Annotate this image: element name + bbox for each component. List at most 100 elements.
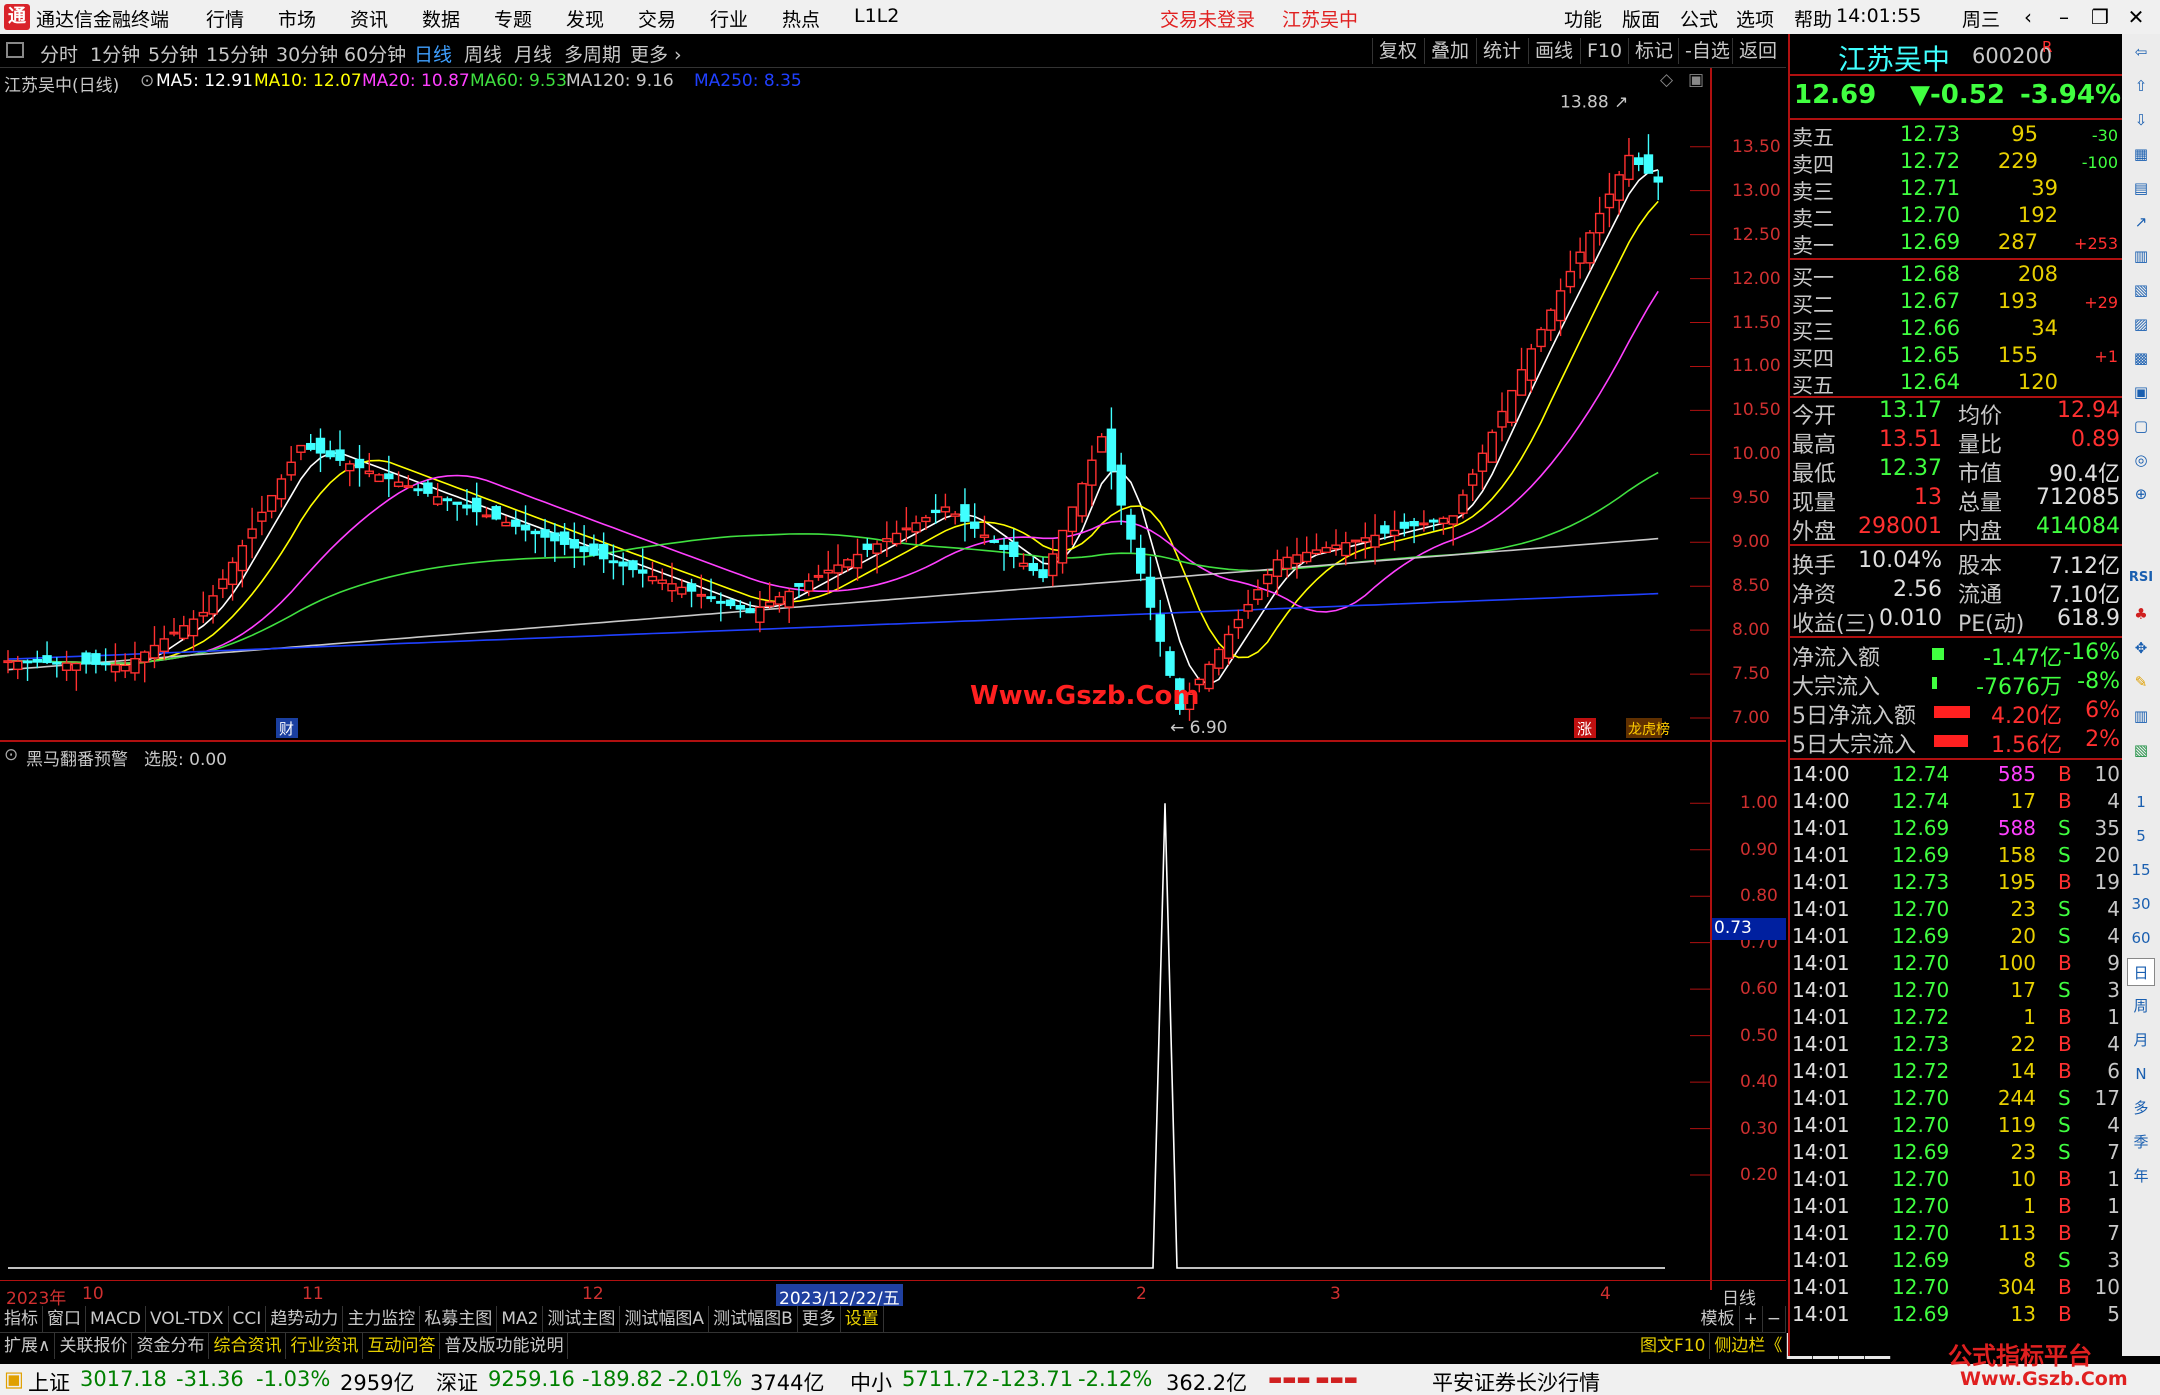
orderbook-row[interactable]: 卖二 12.70 192	[1790, 203, 2124, 231]
info-tab-1[interactable]: 关联报价	[55, 1333, 133, 1359]
indicator-toggle-icon[interactable]: ⊙	[4, 745, 18, 765]
side-tool-icon-3[interactable]: ▦	[2127, 140, 2155, 168]
menu-2[interactable]: 资讯	[350, 5, 388, 32]
side-tool-icon-13[interactable]: ⊕	[2127, 480, 2155, 508]
menu-5[interactable]: 发现	[566, 5, 604, 32]
side-tool-icon-8[interactable]: ▨	[2127, 310, 2155, 338]
signal-icon[interactable]: ▬▬▬ ▬▬▬	[1268, 1370, 1358, 1388]
back-arrow-icon[interactable]: ‹	[2010, 2, 2046, 32]
info-tab-6[interactable]: 普及版功能说明	[440, 1333, 569, 1359]
indicator-tab-0[interactable]: 指标	[0, 1306, 43, 1332]
indicator-tab-8[interactable]: MA2	[497, 1306, 544, 1332]
period-3[interactable]: 15分钟	[206, 40, 268, 67]
template-tool-2[interactable]: −	[1763, 1306, 1786, 1332]
menu-6[interactable]: 交易	[638, 5, 676, 32]
indicator-tab-7[interactable]: 私募主图	[420, 1306, 498, 1332]
side-extra-icon-0[interactable]: ♣	[2127, 600, 2155, 628]
side-extra-icon-3[interactable]: ▥	[2127, 702, 2155, 730]
orderbook-row[interactable]: 卖三 12.71 39	[1790, 176, 2124, 204]
minimize-icon[interactable]: –	[2046, 2, 2082, 32]
side-extra-icon-1[interactable]: ✥	[2127, 634, 2155, 662]
side-extra-icon-2[interactable]: ✎	[2127, 668, 2155, 696]
menu-8[interactable]: 热点	[782, 5, 820, 32]
period-5[interactable]: 60分钟	[344, 40, 406, 67]
info-tab-5[interactable]: 互动问答	[363, 1333, 441, 1359]
side-tool-icon-5[interactable]: ↗	[2127, 208, 2155, 236]
period-7[interactable]: 周线	[464, 40, 502, 67]
side-tool-icon-7[interactable]: ▧	[2127, 276, 2155, 304]
market-icon[interactable]: ▣	[4, 1367, 24, 1391]
legend-collapse-icon[interactable]: ⊙	[140, 71, 154, 91]
indicator-tab-9[interactable]: 测试主图	[543, 1306, 621, 1332]
side-period-5[interactable]: 日	[2127, 958, 2155, 986]
chart-tool-1[interactable]: 叠加	[1424, 38, 1469, 64]
menu-0[interactable]: 行情	[206, 5, 244, 32]
side-period-9[interactable]: 多	[2127, 1094, 2155, 1122]
period-9[interactable]: 多周期	[564, 40, 621, 67]
side-extra-icon-4[interactable]: ▧	[2127, 736, 2155, 764]
menu-3[interactable]: 数据	[422, 5, 460, 32]
rsi-button[interactable]: RSI	[2127, 564, 2155, 592]
side-tool-icon-12[interactable]: ◎	[2127, 446, 2155, 474]
orderbook-row[interactable]: 买三 12.66 34	[1790, 316, 2124, 344]
side-tool-icon-1[interactable]: ⇧	[2127, 72, 2155, 100]
chart-tool-7[interactable]: 返回	[1732, 38, 1777, 64]
menu-1[interactable]: 市场	[278, 5, 316, 32]
orderbook-row[interactable]: 买一 12.68 208	[1790, 262, 2124, 290]
indicator-tab-4[interactable]: CCI	[229, 1306, 267, 1332]
template-tool-1[interactable]: +	[1740, 1306, 1763, 1332]
side-period-4[interactable]: 60	[2127, 924, 2155, 952]
side-period-6[interactable]: 周	[2127, 992, 2155, 1020]
indicator-tab-10[interactable]: 测试幅图A	[620, 1306, 710, 1332]
diamond-icon[interactable]: ◇	[1660, 70, 1673, 90]
period-8[interactable]: 月线	[514, 40, 552, 67]
candlestick-chart[interactable]: 13.88 ↗ ← 6.90 Www.Gszb.Com 财 涨 龙虎榜	[0, 94, 1710, 740]
window-icon[interactable]: ▣	[1688, 70, 1704, 90]
side-tool-icon-9[interactable]: ▩	[2127, 344, 2155, 372]
side-tool-icon-10[interactable]: ▣	[2127, 378, 2155, 406]
side-period-1[interactable]: 5	[2127, 822, 2155, 850]
template-tool-0[interactable]: 模板	[1697, 1306, 1740, 1332]
indicator-tab-6[interactable]: 主力监控	[343, 1306, 421, 1332]
period-2[interactable]: 5分钟	[148, 40, 198, 67]
right-menu-1[interactable]: 版面	[1622, 5, 1660, 32]
side-period-0[interactable]: 1	[2127, 788, 2155, 816]
period-10[interactable]: 更多 ›	[630, 40, 682, 67]
panel-toggle-icon[interactable]	[6, 42, 24, 58]
side-period-8[interactable]: N	[2127, 1060, 2155, 1088]
side-tool-icon-2[interactable]: ⇩	[2127, 106, 2155, 134]
period-4[interactable]: 30分钟	[276, 40, 338, 67]
indicator-name[interactable]: 黑马翻番预警	[26, 745, 128, 770]
side-period-7[interactable]: 月	[2127, 1026, 2155, 1054]
right-menu-0[interactable]: 功能	[1564, 5, 1602, 32]
info-tab-4[interactable]: 行业资讯	[286, 1333, 364, 1359]
orderbook-row[interactable]: 卖四 12.72 229 -100	[1790, 149, 2124, 177]
chart-tool-5[interactable]: 标记	[1628, 38, 1673, 64]
side-period-3[interactable]: 30	[2127, 890, 2155, 918]
restore-icon[interactable]: ❐	[2082, 2, 2118, 32]
info-tab-2[interactable]: 资金分布	[132, 1333, 210, 1359]
indicator-tab-2[interactable]: MACD	[86, 1306, 146, 1332]
menu-9[interactable]: L1L2	[854, 5, 899, 27]
indicator-tab-13[interactable]: 设置	[841, 1306, 884, 1332]
sz-index-name[interactable]: 深证	[436, 1367, 478, 1395]
period-0[interactable]: 分时	[40, 40, 78, 67]
side-tab-1[interactable]: 侧边栏《	[1710, 1333, 1788, 1359]
right-menu-4[interactable]: 帮助	[1794, 5, 1832, 32]
right-menu-3[interactable]: 选项	[1736, 5, 1774, 32]
indicator-tab-1[interactable]: 窗口	[43, 1306, 86, 1332]
indicator-chart[interactable]	[0, 768, 1710, 1280]
side-tab-0[interactable]: 图文F10	[1636, 1333, 1711, 1359]
orderbook-row[interactable]: 买四 12.65 155 +1	[1790, 343, 2124, 371]
indicator-tab-11[interactable]: 测试幅图B	[709, 1306, 798, 1332]
indicator-tab-12[interactable]: 更多	[798, 1306, 841, 1332]
indicator-tab-3[interactable]: VOL-TDX	[146, 1306, 229, 1332]
orderbook-row[interactable]: 卖五 12.73 95 -30	[1790, 122, 2124, 150]
info-tab-3[interactable]: 综合资讯	[209, 1333, 287, 1359]
side-period-11[interactable]: 年	[2127, 1162, 2155, 1190]
side-tool-icon-4[interactable]: ▤	[2127, 174, 2155, 202]
menu-7[interactable]: 行业	[710, 5, 748, 32]
chart-tool-6[interactable]: -自选	[1678, 38, 1730, 64]
side-period-2[interactable]: 15	[2127, 856, 2155, 884]
side-period-10[interactable]: 季	[2127, 1128, 2155, 1156]
